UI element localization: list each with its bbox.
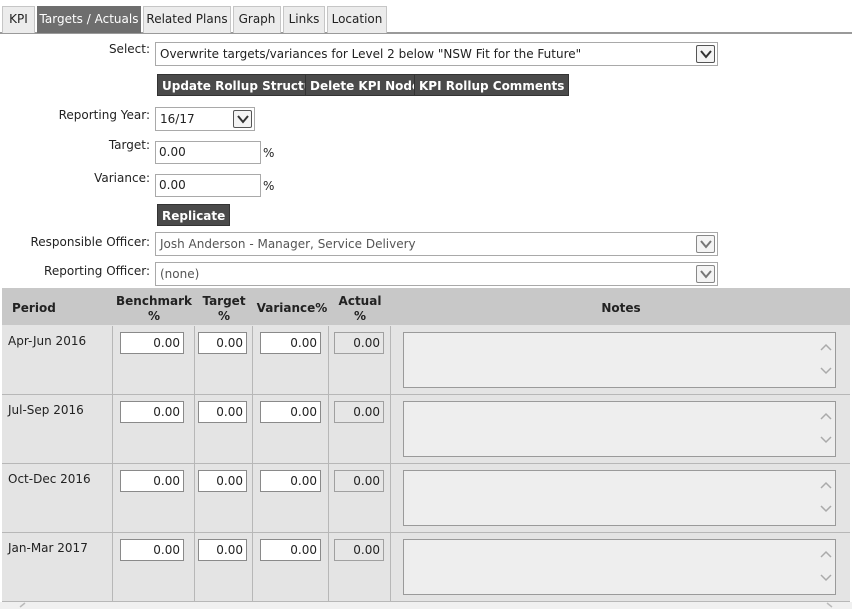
target-cell-input[interactable]: 0.00 bbox=[198, 470, 247, 492]
target-label: Target: bbox=[108, 138, 150, 152]
variance-cell-input[interactable]: 0.00 bbox=[260, 332, 321, 354]
chevron-down-icon[interactable] bbox=[696, 265, 715, 283]
scroll-down-icon[interactable] bbox=[820, 505, 832, 513]
header-actual-unit: % bbox=[353, 309, 367, 323]
responsible-officer-label: Responsible Officer: bbox=[30, 235, 150, 249]
scroll-down-icon[interactable] bbox=[820, 574, 832, 582]
tab-related-plans[interactable]: Related Plans bbox=[143, 6, 231, 33]
notes-textarea[interactable] bbox=[403, 539, 836, 595]
chevron-down-icon[interactable] bbox=[696, 235, 715, 253]
actual-value: 0.00 bbox=[334, 401, 384, 423]
variance-input[interactable]: 0.00 bbox=[155, 174, 261, 197]
notes-textarea[interactable] bbox=[403, 332, 836, 388]
select-label: Select: bbox=[108, 42, 150, 56]
benchmark-input[interactable]: 0.00 bbox=[120, 401, 184, 423]
scroll-right-icon[interactable] bbox=[826, 602, 834, 609]
overwrite-select[interactable]: Overwrite targets/variances for Level 2 … bbox=[155, 42, 718, 66]
header-actual: Actual % bbox=[330, 294, 390, 324]
scroll-up-icon[interactable] bbox=[820, 412, 832, 420]
target-input[interactable]: 0.00 bbox=[155, 141, 261, 164]
scroll-left-icon[interactable] bbox=[18, 602, 26, 609]
chevron-down-icon[interactable] bbox=[233, 110, 252, 128]
header-target-unit: % bbox=[217, 309, 231, 323]
target-cell-input[interactable]: 0.00 bbox=[198, 332, 247, 354]
reporting-officer-label: Reporting Officer: bbox=[44, 264, 150, 278]
actual-value: 0.00 bbox=[334, 332, 384, 354]
overwrite-select-value: Overwrite targets/variances for Level 2 … bbox=[160, 47, 582, 61]
scroll-up-icon[interactable] bbox=[820, 550, 832, 558]
scroll-up-icon[interactable] bbox=[820, 481, 832, 489]
responsible-officer-value: Josh Anderson - Manager, Service Deliver… bbox=[160, 237, 416, 251]
benchmark-input[interactable]: 0.00 bbox=[120, 470, 184, 492]
replicate-button[interactable]: Replicate bbox=[157, 204, 231, 226]
notes-textarea[interactable] bbox=[403, 470, 836, 526]
table-row: Oct-Dec 2016 0.00 0.00 0.00 0.00 bbox=[2, 464, 850, 533]
variance-unit: % bbox=[263, 179, 275, 193]
table-row: Jan-Mar 2017 0.00 0.00 0.00 0.00 bbox=[2, 533, 850, 602]
header-benchmark-unit: % bbox=[147, 309, 161, 323]
reporting-year-label: Reporting Year: bbox=[58, 108, 150, 122]
tab-graph[interactable]: Graph bbox=[233, 6, 281, 33]
variance-cell-input[interactable]: 0.00 bbox=[260, 401, 321, 423]
variance-label: Variance: bbox=[94, 171, 150, 185]
period-cell: Oct-Dec 2016 bbox=[8, 472, 91, 486]
header-notes: Notes bbox=[601, 301, 641, 315]
period-cell: Jul-Sep 2016 bbox=[8, 403, 84, 417]
targets-grid: Period Benchmark % Target % Variance% Ac… bbox=[2, 288, 850, 609]
scroll-down-icon[interactable] bbox=[820, 436, 832, 444]
horizontal-scrollbar[interactable] bbox=[0, 602, 852, 609]
reporting-year-select[interactable]: 16/17 bbox=[155, 107, 255, 131]
header-variance: Variance% bbox=[256, 301, 328, 315]
header-period: Period bbox=[12, 301, 56, 315]
tab-links[interactable]: Links bbox=[283, 6, 325, 33]
table-row: Apr-Jun 2016 0.00 0.00 0.00 0.00 bbox=[2, 326, 850, 395]
actual-value: 0.00 bbox=[334, 539, 384, 561]
target-unit: % bbox=[263, 146, 275, 160]
tab-bar: KPI Targets / Actuals Related Plans Grap… bbox=[0, 0, 852, 34]
target-cell-input[interactable]: 0.00 bbox=[198, 539, 247, 561]
reporting-officer-select[interactable]: (none) bbox=[155, 262, 718, 286]
table-row: Jul-Sep 2016 0.00 0.00 0.00 0.00 bbox=[2, 395, 850, 464]
grid-header: Period Benchmark % Target % Variance% Ac… bbox=[2, 288, 850, 325]
scroll-down-icon[interactable] bbox=[820, 367, 832, 375]
target-cell-input[interactable]: 0.00 bbox=[198, 401, 247, 423]
kpi-rollup-comments-button[interactable]: KPI Rollup Comments bbox=[414, 74, 570, 96]
actual-value: 0.00 bbox=[334, 470, 384, 492]
chevron-down-icon[interactable] bbox=[696, 45, 715, 63]
benchmark-input[interactable]: 0.00 bbox=[120, 332, 184, 354]
header-actual-text: Actual bbox=[338, 294, 382, 308]
period-cell: Jan-Mar 2017 bbox=[8, 541, 88, 555]
variance-cell-input[interactable]: 0.00 bbox=[260, 539, 321, 561]
scroll-up-icon[interactable] bbox=[820, 343, 832, 351]
reporting-year-value: 16/17 bbox=[160, 112, 195, 126]
header-benchmark: Benchmark % bbox=[114, 294, 194, 324]
responsible-officer-select[interactable]: Josh Anderson - Manager, Service Deliver… bbox=[155, 232, 718, 256]
tab-targets-actuals[interactable]: Targets / Actuals bbox=[37, 6, 141, 33]
header-target: Target % bbox=[196, 294, 252, 324]
header-benchmark-text: Benchmark bbox=[116, 294, 192, 308]
tab-kpi[interactable]: KPI bbox=[2, 6, 35, 33]
reporting-officer-value: (none) bbox=[160, 267, 200, 281]
period-cell: Apr-Jun 2016 bbox=[8, 334, 87, 348]
tab-location[interactable]: Location bbox=[327, 6, 387, 33]
benchmark-input[interactable]: 0.00 bbox=[120, 539, 184, 561]
notes-textarea[interactable] bbox=[403, 401, 836, 457]
header-target-text: Target bbox=[202, 294, 246, 308]
variance-cell-input[interactable]: 0.00 bbox=[260, 470, 321, 492]
